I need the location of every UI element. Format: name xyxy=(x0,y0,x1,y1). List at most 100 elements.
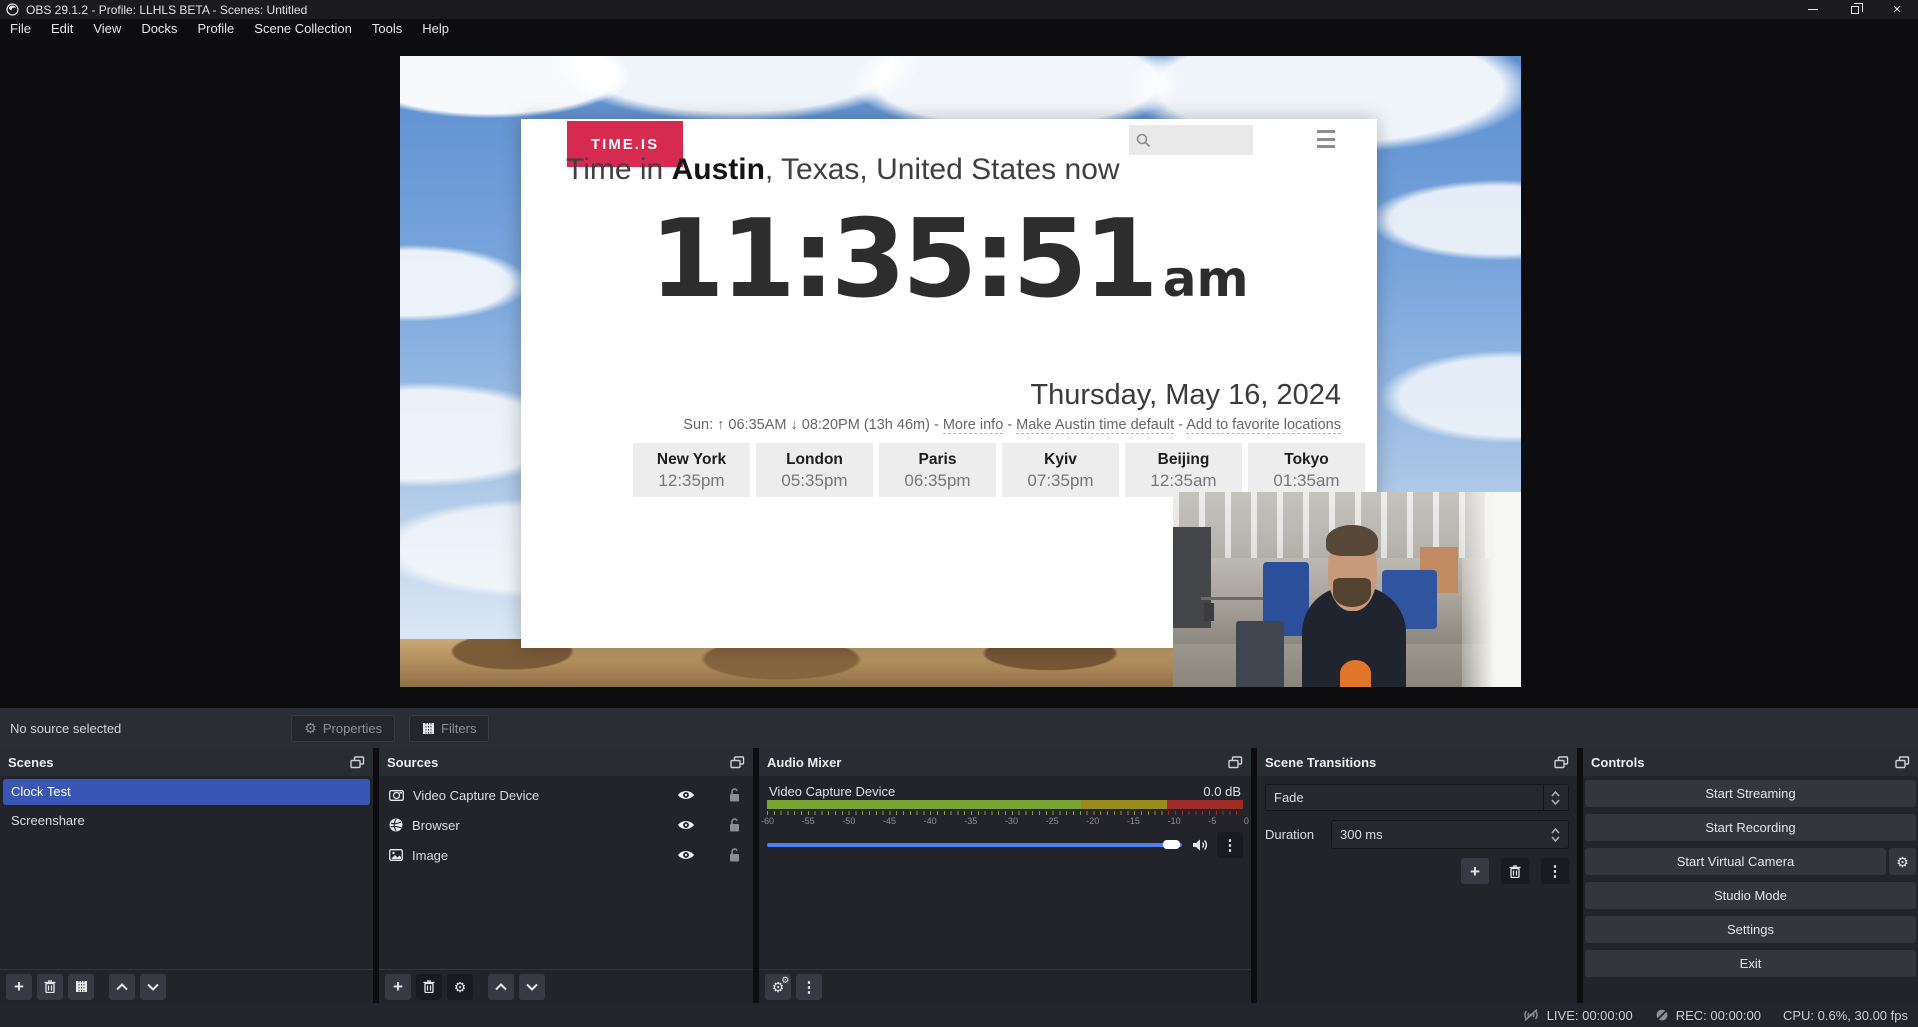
unlock-icon[interactable] xyxy=(728,818,741,832)
source-item-browser[interactable]: Browser xyxy=(379,810,753,840)
source-item-image[interactable]: Image xyxy=(379,840,753,870)
menu-edit[interactable]: Edit xyxy=(41,19,83,38)
remove-scene-button[interactable] xyxy=(37,974,63,1000)
city-time: 07:35pm xyxy=(1002,471,1119,491)
menu-tools[interactable]: Tools xyxy=(362,19,412,38)
cpu-status: CPU: 0.6%, 30.00 fps xyxy=(1783,1008,1908,1023)
tick-label: -45 xyxy=(883,816,896,826)
scene-transitions-header: Scene Transitions xyxy=(1257,748,1577,776)
add-source-button[interactable]: + xyxy=(385,974,411,1000)
sources-title: Sources xyxy=(387,755,438,770)
start-virtual-camera-button[interactable]: Start Virtual Camera xyxy=(1585,848,1886,875)
window-title: OBS 29.1.2 - Profile: LLHLS BETA - Scene… xyxy=(26,3,307,17)
preview-area: TIME.IS Time in Austin, Texas, United St… xyxy=(0,38,1918,708)
tick-label: -60 xyxy=(761,816,774,826)
move-source-up-button[interactable] xyxy=(488,974,514,1000)
duration-value: 300 ms xyxy=(1340,827,1383,842)
duration-spinner[interactable] xyxy=(1551,828,1560,842)
tick-label: -20 xyxy=(1086,816,1099,826)
filters-button[interactable]: Filters xyxy=(409,715,489,742)
chevron-down-icon xyxy=(147,983,159,991)
move-source-down-button[interactable] xyxy=(519,974,545,1000)
city-kyiv: Kyiv07:35pm xyxy=(1002,443,1119,497)
studio-mode-button[interactable]: Studio Mode xyxy=(1585,882,1916,909)
more-info-link: More info xyxy=(943,417,1003,434)
chevron-up-icon xyxy=(495,983,507,991)
live-timer: LIVE: 00:00:00 xyxy=(1547,1008,1633,1023)
add-favorite-link: Add to favorite locations xyxy=(1186,417,1341,434)
double-gear-icon: ⚙⚙ xyxy=(772,980,785,994)
chevron-down-icon xyxy=(1551,799,1560,805)
properties-button[interactable]: ⚙ Properties xyxy=(291,715,395,742)
settings-button[interactable]: Settings xyxy=(1585,916,1916,943)
program-canvas[interactable]: TIME.IS Time in Austin, Texas, United St… xyxy=(400,56,1521,687)
city-time: 05:35pm xyxy=(756,471,873,491)
popout-icon[interactable] xyxy=(1895,756,1910,769)
visibility-eye-icon[interactable] xyxy=(677,789,695,801)
minimize-button[interactable] xyxy=(1792,0,1834,19)
menu-profile[interactable]: Profile xyxy=(187,19,244,38)
move-scene-down-button[interactable] xyxy=(140,974,166,1000)
transition-select[interactable]: Fade xyxy=(1265,784,1569,811)
city-london: London05:35pm xyxy=(756,443,873,497)
menu-scene-collection[interactable]: Scene Collection xyxy=(244,19,362,38)
mixer-menu-button[interactable]: ⋮ xyxy=(796,974,822,1000)
start-streaming-button[interactable]: Start Streaming xyxy=(1585,780,1916,807)
city-name: Beijing xyxy=(1125,451,1242,469)
volume-slider[interactable] xyxy=(767,843,1182,847)
timeis-world-clocks: New York12:35pm London05:35pm Paris06:35… xyxy=(633,443,1365,497)
advanced-audio-button[interactable]: ⚙⚙ xyxy=(765,974,791,1000)
tick-label: -15 xyxy=(1127,816,1140,826)
plus-icon: + xyxy=(1470,863,1480,880)
menu-icon xyxy=(1317,130,1335,148)
restore-button[interactable] xyxy=(1834,0,1876,19)
clock-time: 11:35:51 xyxy=(649,197,1154,322)
virtual-camera-settings-button[interactable]: ⚙ xyxy=(1889,848,1916,875)
audio-mixer-header: Audio Mixer xyxy=(759,748,1251,776)
clock-ampm: am xyxy=(1163,250,1249,308)
remove-transition-button[interactable] xyxy=(1501,858,1529,884)
remove-source-button[interactable] xyxy=(416,974,442,1000)
search-icon xyxy=(1135,132,1152,149)
exit-button[interactable]: Exit xyxy=(1585,950,1916,977)
plus-icon: + xyxy=(14,978,24,995)
visibility-eye-icon[interactable] xyxy=(677,849,695,861)
popout-icon[interactable] xyxy=(730,756,745,769)
start-recording-button[interactable]: Start Recording xyxy=(1585,814,1916,841)
mixer-channel-menu-button[interactable]: ⋮ xyxy=(1217,832,1243,858)
menu-file[interactable]: File xyxy=(0,19,41,38)
chevron-up-icon xyxy=(1551,791,1560,797)
filter-icon xyxy=(422,722,435,735)
menu-view[interactable]: View xyxy=(83,19,131,38)
popout-icon[interactable] xyxy=(1228,756,1243,769)
add-scene-button[interactable]: + xyxy=(6,974,32,1000)
timeis-clock: 11:35:51am xyxy=(521,195,1377,325)
unlock-icon[interactable] xyxy=(728,848,741,862)
close-button[interactable]: × xyxy=(1876,0,1918,19)
volume-meter-ticks xyxy=(767,811,1243,815)
add-transition-button[interactable]: + xyxy=(1461,858,1489,884)
volume-slider-handle[interactable] xyxy=(1163,840,1180,849)
controls-title: Controls xyxy=(1591,755,1644,770)
scene-item-clock-test[interactable]: Clock Test xyxy=(3,779,370,805)
move-scene-up-button[interactable] xyxy=(109,974,135,1000)
scene-filters-button[interactable] xyxy=(68,974,94,1000)
popout-icon[interactable] xyxy=(350,756,365,769)
speaker-icon[interactable] xyxy=(1192,838,1209,852)
city-newyork: New York12:35pm xyxy=(633,443,750,497)
menu-docks[interactable]: Docks xyxy=(131,19,187,38)
popout-icon[interactable] xyxy=(1554,756,1569,769)
transition-properties-button[interactable]: ⋮ xyxy=(1541,858,1569,884)
visibility-eye-icon[interactable] xyxy=(677,819,695,831)
unlock-icon[interactable] xyxy=(728,788,741,802)
source-properties-button[interactable]: ⚙ xyxy=(447,974,473,1000)
menu-help[interactable]: Help xyxy=(412,19,459,38)
scene-item-screenshare[interactable]: Screenshare xyxy=(3,808,370,834)
rec-status: REC: 00:00:00 xyxy=(1655,1008,1761,1023)
duration-input[interactable]: 300 ms xyxy=(1331,820,1569,849)
obs-window: OBS 29.1.2 - Profile: LLHLS BETA - Scene… xyxy=(0,0,1918,1027)
camera-icon xyxy=(389,789,404,801)
properties-label: Properties xyxy=(323,721,382,736)
source-item-video-capture[interactable]: Video Capture Device xyxy=(379,780,753,810)
scenes-header: Scenes xyxy=(0,748,373,776)
